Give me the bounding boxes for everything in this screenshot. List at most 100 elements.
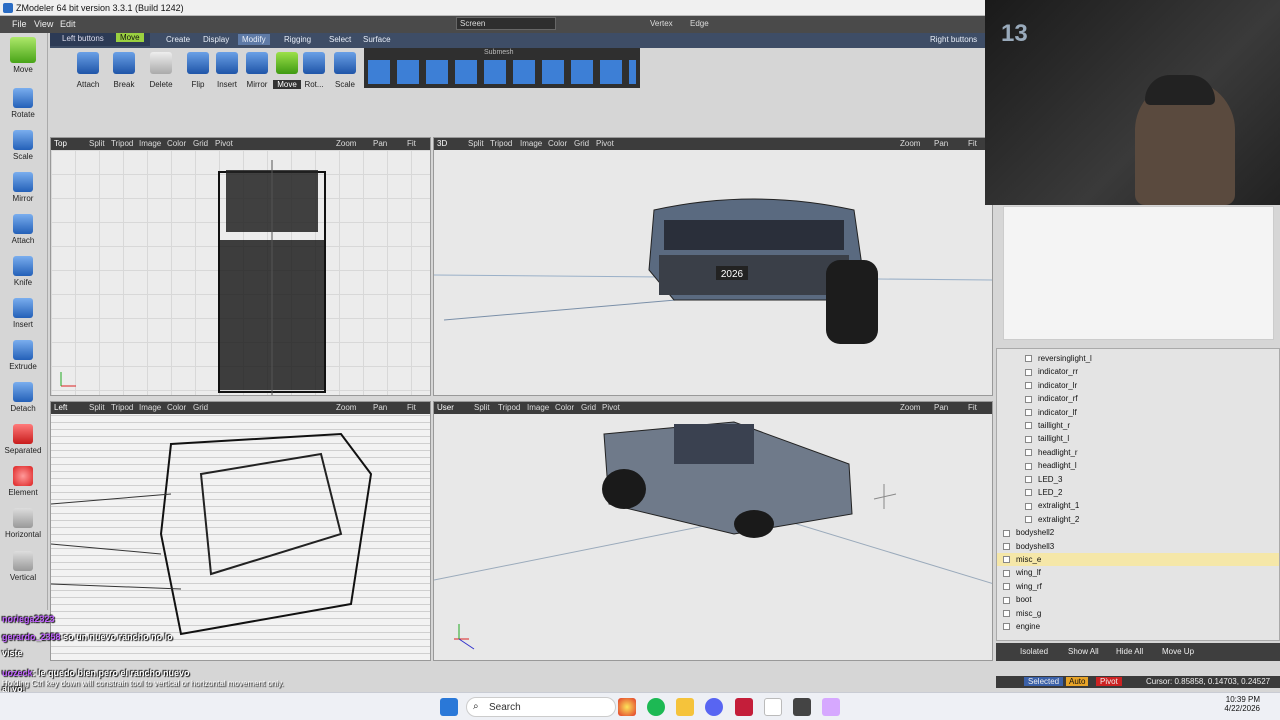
ribbon-move-button[interactable]: Move bbox=[273, 52, 301, 89]
viewport-left-name[interactable]: Left bbox=[54, 403, 67, 412]
tree-expand-icon[interactable] bbox=[1003, 623, 1010, 631]
viewport-user-grid[interactable]: Grid bbox=[581, 403, 596, 412]
spotify-icon[interactable] bbox=[647, 698, 665, 716]
tree-item[interactable]: LED_3 bbox=[997, 473, 1062, 486]
viewport-top-image[interactable]: Image bbox=[139, 139, 161, 148]
tree-expand-icon[interactable] bbox=[1025, 435, 1032, 443]
viewport-user-split[interactable]: Split bbox=[474, 403, 490, 412]
system-clock[interactable]: 10:39 PM 4/22/2026 bbox=[1218, 695, 1260, 713]
tree-item[interactable]: wing_rf bbox=[997, 580, 1042, 593]
viewport-left-image[interactable]: Image bbox=[139, 403, 161, 412]
viewport-3d-pan[interactable]: Pan bbox=[934, 139, 948, 148]
sidebar-item-vertical[interactable]: Vertical bbox=[0, 551, 46, 582]
tree-expand-icon[interactable] bbox=[1025, 475, 1032, 483]
viewport-3d-name[interactable]: 3D bbox=[437, 139, 447, 148]
viewport-user-tripod[interactable]: Tripod bbox=[498, 403, 520, 412]
menu-view[interactable]: View bbox=[34, 19, 53, 29]
viewport-left-split[interactable]: Split bbox=[89, 403, 105, 412]
ribbon-rotate-button[interactable]: Rot... bbox=[300, 52, 328, 89]
viewport-top-name[interactable]: Top bbox=[54, 139, 67, 148]
app-icon[interactable] bbox=[822, 698, 840, 716]
sidebar-item-separated[interactable]: Separated bbox=[0, 424, 46, 455]
viewport-left-tripod[interactable]: Tripod bbox=[111, 403, 133, 412]
tab-modify[interactable]: Modify bbox=[238, 34, 270, 45]
tree-expand-icon[interactable] bbox=[1003, 569, 1010, 577]
tree-expand-icon[interactable] bbox=[1025, 382, 1032, 390]
windows-start-icon[interactable] bbox=[440, 698, 458, 716]
viewport-top-canvas[interactable] bbox=[51, 150, 430, 395]
selected-status[interactable]: Selected bbox=[1024, 677, 1064, 686]
viewport-3d-color[interactable]: Color bbox=[548, 139, 567, 148]
viewport-user-pan[interactable]: Pan bbox=[934, 403, 948, 412]
tree-expand-icon[interactable] bbox=[1025, 422, 1032, 430]
tree-expand-icon[interactable] bbox=[1025, 449, 1032, 457]
viewport-top-fit[interactable]: Fit bbox=[407, 139, 416, 148]
tree-item[interactable]: taillight_l bbox=[997, 432, 1069, 445]
viewport-3d-split[interactable]: Split bbox=[468, 139, 484, 148]
viewport-user-image[interactable]: Image bbox=[527, 403, 549, 412]
tab-rigging[interactable]: Rigging bbox=[284, 35, 311, 44]
viewport-user-canvas[interactable] bbox=[434, 414, 992, 660]
menu-edit[interactable]: Edit bbox=[60, 19, 76, 29]
taskbar-search[interactable]: ⌕ Search bbox=[466, 697, 616, 717]
left-buttons-label[interactable]: Left buttons bbox=[62, 34, 104, 43]
tree-item[interactable]: boot bbox=[997, 593, 1032, 606]
viewport-user-zoom[interactable]: Zoom bbox=[900, 403, 920, 412]
show-all-button[interactable]: Show All bbox=[1068, 647, 1099, 656]
discord-icon[interactable] bbox=[705, 698, 723, 716]
viewport-top-grid[interactable]: Grid bbox=[193, 139, 208, 148]
sidebar-item-detach[interactable]: Detach bbox=[0, 382, 46, 413]
tree-item[interactable]: indicator_lf bbox=[997, 406, 1077, 419]
viewport-top[interactable]: Top Split Tripod Image Color Grid Pivot … bbox=[50, 137, 431, 396]
viewport-left-pan[interactable]: Pan bbox=[373, 403, 387, 412]
tree-item[interactable]: bodyshell2 bbox=[997, 526, 1054, 539]
viewport-top-pan[interactable]: Pan bbox=[373, 139, 387, 148]
sidebar-item-rotate[interactable]: Rotate bbox=[0, 88, 46, 119]
viewport-top-color[interactable]: Color bbox=[167, 139, 186, 148]
viewport-3d-image[interactable]: Image bbox=[520, 139, 542, 148]
viewport-user[interactable]: User Split Tripod Image Color Grid Pivot… bbox=[433, 401, 993, 661]
sidebar-item-horizontal[interactable]: Horizontal bbox=[0, 508, 46, 539]
viewport-left-zoom[interactable]: Zoom bbox=[336, 403, 356, 412]
right-buttons-label[interactable]: Right buttons bbox=[930, 35, 977, 44]
viewport-top-zoom[interactable]: Zoom bbox=[336, 139, 356, 148]
document-icon[interactable] bbox=[764, 698, 782, 716]
sidebar-item-move[interactable]: Move bbox=[0, 37, 46, 74]
tree-item[interactable]: headlight_r bbox=[997, 446, 1078, 459]
pivot-status[interactable]: Pivot bbox=[1096, 677, 1122, 686]
file-explorer-icon[interactable] bbox=[676, 698, 694, 716]
tree-item[interactable]: engine bbox=[997, 620, 1040, 633]
tree-item[interactable]: indicator_rr bbox=[997, 365, 1078, 378]
screen-combo[interactable]: Screen bbox=[456, 17, 556, 30]
auto-status[interactable]: Auto bbox=[1066, 677, 1089, 686]
tree-expand-icon[interactable] bbox=[1003, 609, 1010, 617]
tree-item[interactable]: misc_g bbox=[997, 607, 1041, 620]
viewport-user-color[interactable]: Color bbox=[555, 403, 574, 412]
tree-item[interactable]: bodyshell3 bbox=[997, 540, 1054, 553]
hide-all-button[interactable]: Hide All bbox=[1116, 647, 1143, 656]
sidebar-item-mirror[interactable]: Mirror bbox=[0, 172, 46, 203]
ribbon-attach-button[interactable]: Attach bbox=[74, 52, 102, 89]
viewport-left-grid[interactable]: Grid bbox=[193, 403, 208, 412]
sidebar-item-knife[interactable]: Knife bbox=[0, 256, 46, 287]
app-icon[interactable] bbox=[735, 698, 753, 716]
vertex-button[interactable]: Vertex bbox=[650, 17, 673, 30]
tree-item[interactable]: reversinglight_l bbox=[997, 352, 1092, 365]
sidebar-item-element[interactable]: Element bbox=[0, 466, 46, 497]
tree-expand-icon[interactable] bbox=[1025, 489, 1032, 497]
tree-item[interactable]: LED_2 bbox=[997, 486, 1062, 499]
tree-expand-icon[interactable] bbox=[1025, 408, 1032, 416]
viewport-user-name[interactable]: User bbox=[437, 403, 454, 412]
viewport-3d-pivot[interactable]: Pivot bbox=[596, 139, 614, 148]
viewport-3d-fit[interactable]: Fit bbox=[968, 139, 977, 148]
chrome-icon[interactable] bbox=[618, 698, 636, 716]
tree-expand-icon[interactable] bbox=[1003, 556, 1010, 564]
viewport-top-split[interactable]: Split bbox=[89, 139, 105, 148]
sidebar-item-insert[interactable]: Insert bbox=[0, 298, 46, 329]
tree-item[interactable]: indicator_lr bbox=[997, 379, 1077, 392]
ribbon-mirror-button[interactable]: Mirror bbox=[243, 52, 271, 89]
move-up-button[interactable]: Move Up bbox=[1162, 647, 1194, 656]
tree-item[interactable]: wing_lf bbox=[997, 566, 1041, 579]
viewport-user-pivot[interactable]: Pivot bbox=[602, 403, 620, 412]
isolated-button[interactable]: Isolated bbox=[1020, 647, 1048, 656]
